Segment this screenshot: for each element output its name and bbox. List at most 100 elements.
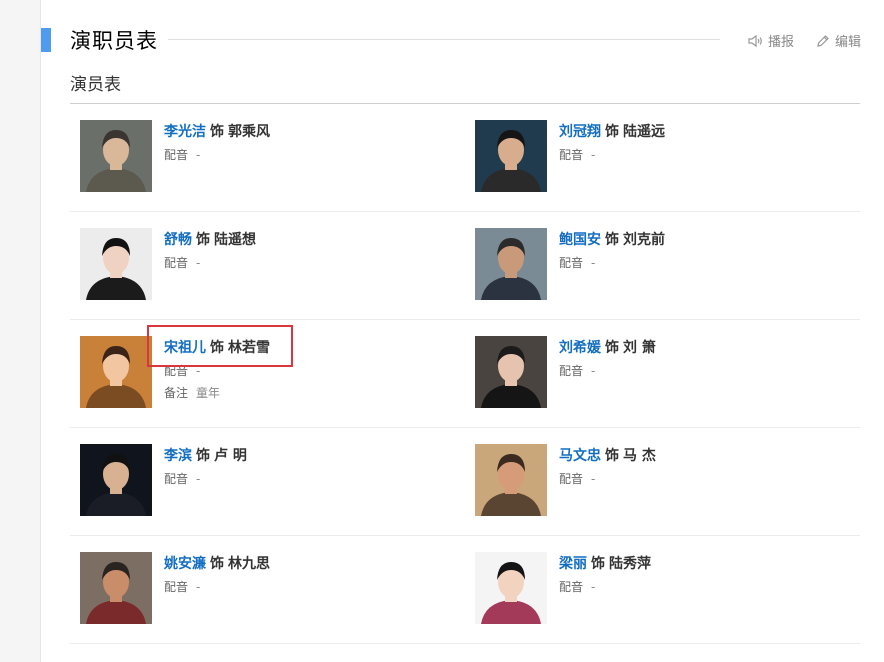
cast-list: 李光洁饰郭乘风 配音 - 刘冠翔饰陆遥远 配音 - 舒畅饰陆遥想 配音 - 鲍国安饰刘克前 配音 - 宋… [70, 104, 860, 644]
dub-line: 配音 - [164, 146, 454, 164]
actor-photo[interactable] [475, 552, 547, 624]
role-name: 刘 箫 [623, 340, 656, 356]
cast-name-line: 梁丽饰陆秀萍 [559, 554, 849, 574]
cast-name-line: 刘希媛饰刘 箫 [559, 338, 849, 358]
role-name: 林九思 [228, 556, 270, 572]
dub-value: - [196, 256, 201, 270]
cast-info: 舒畅饰陆遥想 配音 - [164, 230, 454, 272]
cast-name-line: 马文忠饰马 杰 [559, 446, 849, 466]
role-name: 陆秀萍 [609, 556, 651, 572]
role-joiner: 饰 [196, 448, 210, 464]
actor-name-link[interactable]: 梁丽 [559, 556, 587, 572]
note-label: 备注 [164, 386, 189, 400]
role-name: 郭乘风 [228, 124, 270, 140]
cast-card: 梁丽饰陆秀萍 配音 - [475, 536, 860, 643]
cast-card: 刘希媛饰刘 箫配音 - [475, 320, 860, 427]
actor-name-link[interactable]: 李滨 [164, 448, 192, 464]
row-divider [70, 643, 860, 644]
dub-line: 配音 - [164, 578, 454, 596]
role-name: 陆遥远 [623, 124, 665, 140]
pencil-icon [816, 34, 830, 48]
cast-info: 李光洁饰郭乘风 配音 - [164, 122, 454, 164]
left-rail [0, 0, 41, 662]
dub-line: 配音 - [164, 254, 454, 272]
role-joiner: 饰 [605, 124, 619, 140]
role-name: 马 杰 [623, 448, 656, 464]
cast-card: 姚安濂饰林九思 配音 - [70, 536, 475, 643]
dub-value: - [591, 364, 596, 378]
section-title: 演职员表 [70, 29, 158, 53]
dub-value: - [591, 256, 596, 270]
actor-name-link[interactable]: 刘冠翔 [559, 124, 601, 140]
actor-photo[interactable] [475, 444, 547, 516]
dub-value: - [196, 148, 201, 162]
cast-name-line: 李光洁饰郭乘风 [164, 122, 454, 142]
actor-name-link[interactable]: 刘希媛 [559, 340, 601, 356]
role-joiner: 饰 [210, 124, 224, 140]
role-joiner: 饰 [605, 340, 619, 356]
dub-line: 配音 - [559, 254, 849, 272]
cast-card: 李滨饰卢 明配音 - [70, 428, 475, 535]
actor-photo[interactable] [475, 228, 547, 300]
dub-line: 配音 - [559, 362, 849, 380]
role-name: 刘克前 [623, 232, 665, 248]
actor-photo[interactable] [80, 228, 152, 300]
cast-name-line: 李滨饰卢 明 [164, 446, 454, 466]
dub-value: - [591, 580, 596, 594]
dub-value: - [591, 148, 596, 162]
dub-label: 配音 [559, 472, 584, 486]
cast-name-line: 鲍国安饰刘克前 [559, 230, 849, 250]
dub-value: - [591, 472, 596, 486]
dub-line: 配音 - [164, 470, 454, 488]
cast-info: 刘希媛饰刘 箫配音 - [559, 338, 849, 380]
role-name: 卢 明 [214, 448, 247, 464]
dub-label: 配音 [559, 580, 584, 594]
cast-name-line: 舒畅饰陆遥想 [164, 230, 454, 250]
cast-info: 刘冠翔饰陆遥远 配音 - [559, 122, 849, 164]
actor-name-link[interactable]: 舒畅 [164, 232, 192, 248]
actor-photo[interactable] [80, 120, 152, 192]
edit-button[interactable]: 编辑 [816, 31, 861, 50]
cast-info: 鲍国安饰刘克前 配音 - [559, 230, 849, 272]
dub-label: 配音 [559, 256, 584, 270]
cast-info: 马文忠饰马 杰配音 - [559, 446, 849, 488]
role-joiner: 饰 [196, 232, 210, 248]
dub-label: 配音 [164, 148, 189, 162]
dub-line: 配音 - [559, 470, 849, 488]
actor-photo[interactable] [475, 336, 547, 408]
dub-label: 配音 [559, 364, 584, 378]
actor-name-link[interactable]: 李光洁 [164, 124, 206, 140]
cast-card: 舒畅饰陆遥想 配音 - [70, 212, 475, 319]
actor-photo[interactable] [80, 336, 152, 408]
report-label: 播报 [768, 35, 795, 50]
cast-name-line: 姚安濂饰林九思 [164, 554, 454, 574]
edit-label: 编辑 [835, 35, 862, 50]
dub-label: 配音 [164, 580, 189, 594]
note-line: 备注 童年 [164, 384, 454, 402]
highlight-box [147, 325, 293, 367]
actor-name-link[interactable]: 鲍国安 [559, 232, 601, 248]
role-joiner: 饰 [210, 556, 224, 572]
role-joiner: 饰 [605, 448, 619, 464]
dub-value: - [196, 580, 201, 594]
section-marker [41, 28, 51, 52]
cast-info: 梁丽饰陆秀萍 配音 - [559, 554, 849, 596]
dub-label: 配音 [164, 256, 189, 270]
actor-name-link[interactable]: 姚安濂 [164, 556, 206, 572]
actor-photo[interactable] [80, 552, 152, 624]
speaker-icon [747, 34, 763, 48]
actor-photo[interactable] [475, 120, 547, 192]
dub-line: 配音 - [559, 578, 849, 596]
report-button[interactable]: 播报 [747, 31, 794, 50]
role-name: 陆遥想 [214, 232, 256, 248]
actor-photo[interactable] [80, 444, 152, 516]
cast-subheading: 演员表 [70, 75, 121, 95]
role-joiner: 饰 [605, 232, 619, 248]
cast-info: 姚安濂饰林九思 配音 - [164, 554, 454, 596]
dub-label: 配音 [559, 148, 584, 162]
cast-card: 李光洁饰郭乘风 配音 - [70, 104, 475, 211]
cast-name-line: 刘冠翔饰陆遥远 [559, 122, 849, 142]
dub-line: 配音 - [559, 146, 849, 164]
dub-value: - [196, 472, 201, 486]
actor-name-link[interactable]: 马文忠 [559, 448, 601, 464]
